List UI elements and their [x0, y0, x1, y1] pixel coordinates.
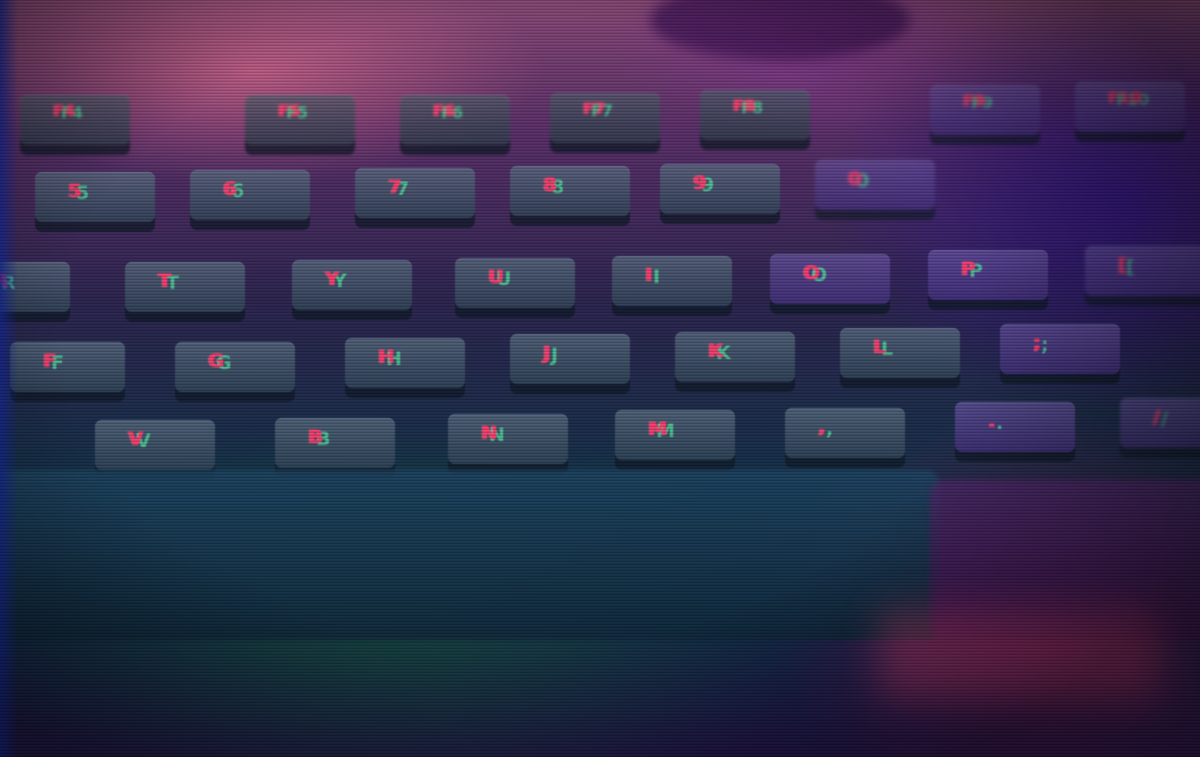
key-semicolon: ; — [1000, 324, 1120, 374]
key-t: T — [125, 262, 245, 312]
spacebar-blur — [0, 470, 940, 640]
key-f5: F5 — [245, 95, 355, 145]
key-slash: / — [1120, 398, 1200, 448]
key-label: F — [44, 350, 57, 372]
key-label: U — [489, 266, 505, 288]
key-v: V — [95, 420, 215, 470]
key-i: I — [612, 256, 732, 306]
keyboard-photo: F4 F5 F6 F7 F8 F9 F10 5 6 7 8 9 0 R T Y … — [0, 0, 1200, 757]
key-label: 9 — [694, 172, 708, 194]
key-label: K — [709, 340, 724, 362]
key-label: F8 — [734, 96, 757, 115]
key-f6: F6 — [400, 95, 510, 145]
floor-glow — [880, 610, 1160, 700]
key-label: O — [804, 262, 821, 284]
key-label: F4 — [54, 101, 77, 120]
key-y: Y — [292, 260, 412, 310]
key-9: 9 — [660, 164, 780, 214]
key-p: P — [928, 250, 1048, 300]
key-n: N — [448, 414, 568, 464]
key-label: 0 — [849, 168, 863, 190]
key-label: N — [482, 422, 498, 444]
key-label: . — [989, 410, 997, 432]
key-8: 8 — [510, 166, 630, 216]
key-label: Y — [326, 268, 340, 290]
key-k: K — [675, 332, 795, 382]
key-label: B — [309, 426, 324, 448]
key-label: F9 — [964, 91, 987, 110]
key-label: 7 — [389, 176, 403, 198]
key-label: F5 — [279, 101, 302, 120]
key-6: 6 — [190, 170, 310, 220]
key-b: B — [275, 418, 395, 468]
key-label: I — [646, 264, 654, 286]
key-0: 0 — [815, 160, 935, 210]
key-g: G — [175, 342, 295, 392]
key-o: O — [770, 254, 890, 304]
key-label: V — [129, 428, 144, 450]
key-5: 5 — [35, 172, 155, 222]
key-label: M — [649, 418, 668, 440]
key-label: 8 — [544, 174, 558, 196]
key-label: / — [1154, 406, 1161, 428]
key-period: . — [955, 402, 1075, 452]
key-f10: F10 — [1075, 82, 1185, 132]
key-h: H — [345, 338, 465, 388]
key-label: , — [819, 416, 827, 438]
glitch-edge — [0, 0, 18, 757]
key-label: G — [209, 350, 225, 372]
key-label: ; — [1034, 332, 1042, 354]
key-f9: F9 — [930, 85, 1040, 135]
key-label: F7 — [584, 99, 607, 118]
key-f7: F7 — [550, 93, 660, 143]
key-label: L — [874, 336, 887, 358]
key-j: J — [510, 334, 630, 384]
key-label: F6 — [434, 101, 457, 120]
key-comma: , — [785, 408, 905, 458]
key-f4: F4 — [20, 95, 130, 145]
key-label: P — [962, 258, 976, 280]
background-blur — [650, 0, 910, 60]
key-f8: F8 — [700, 90, 810, 140]
key-label: 6 — [224, 178, 238, 200]
key-label: F10 — [1109, 88, 1143, 107]
key-label: [ — [1119, 254, 1128, 276]
key-label: 5 — [69, 180, 83, 202]
key-label: T — [159, 270, 172, 292]
key-m: M — [615, 410, 735, 460]
key-l: L — [840, 328, 960, 378]
key-bracket: [ — [1085, 246, 1200, 296]
key-label: J — [544, 342, 552, 364]
key-label: H — [379, 346, 395, 368]
key-7: 7 — [355, 168, 475, 218]
key-f: F — [10, 342, 125, 392]
key-u: U — [455, 258, 575, 308]
